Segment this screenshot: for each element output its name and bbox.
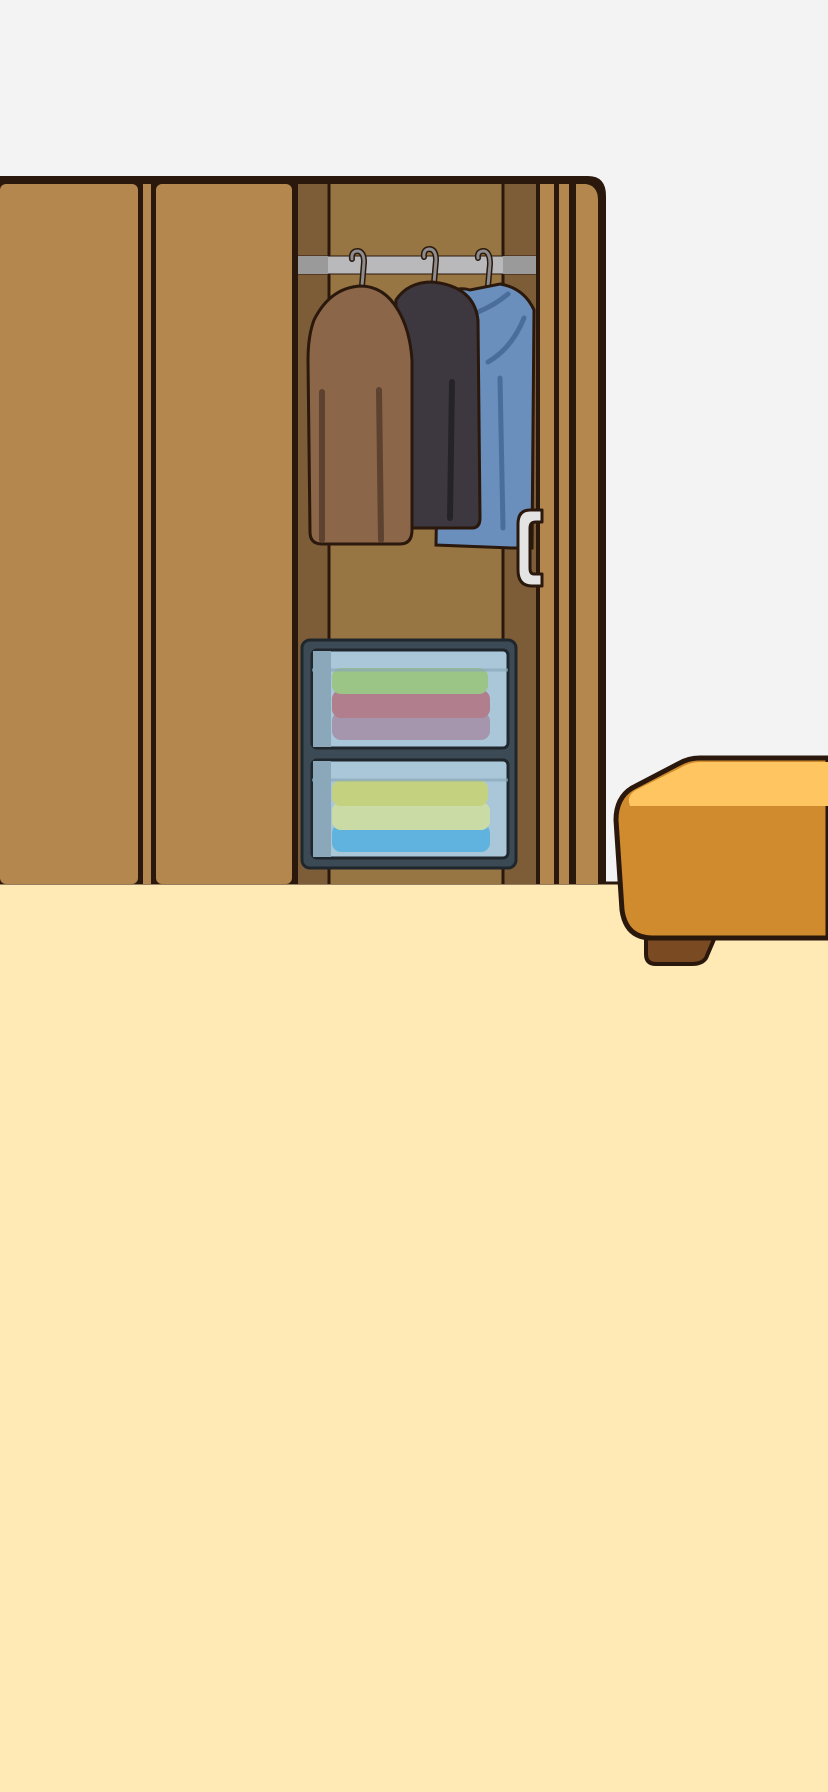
- towel-lime: [332, 780, 488, 806]
- towel-green: [332, 668, 488, 694]
- wardrobe-left-door-strip: [143, 184, 151, 884]
- towel-pale: [332, 802, 490, 830]
- game-scene: [0, 0, 828, 1792]
- clothes-rail: [297, 255, 537, 275]
- wardrobe-right-door-strip-2: [576, 184, 598, 884]
- ottoman[interactable]: [613, 755, 828, 966]
- towel-red: [332, 690, 490, 718]
- floor: [0, 882, 828, 1792]
- storage-unit: [300, 638, 518, 870]
- wardrobe-center-door-panel[interactable]: [156, 184, 292, 884]
- wardrobe-left-door-panel[interactable]: [0, 184, 138, 884]
- storage-drawer-bottom[interactable]: [310, 758, 510, 860]
- wardrobe-right-door-strip-1: [559, 184, 569, 884]
- storage-drawer-top[interactable]: [310, 648, 510, 750]
- wardrobe-right-sliding-door[interactable]: [540, 184, 554, 884]
